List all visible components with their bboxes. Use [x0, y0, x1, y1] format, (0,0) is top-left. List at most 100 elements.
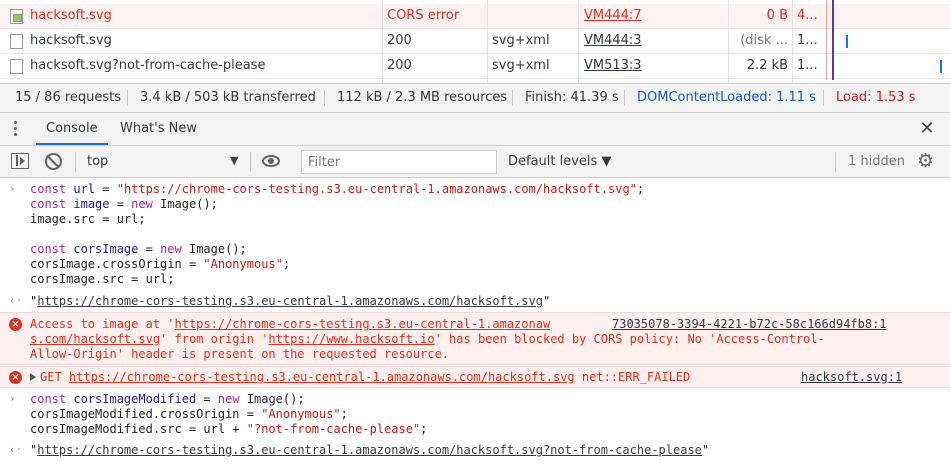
error-text: s.com/hacksoft.svg' from origin 'https:/…: [30, 332, 825, 346]
result-url-link[interactable]: https://chrome-cors-testing.s3.eu-centra…: [37, 443, 702, 457]
error-url-link[interactable]: https://chrome-cors-testing.s3.eu-centra…: [175, 317, 551, 331]
request-name: hacksoft.svg: [30, 33, 112, 48]
network-row[interactable]: hacksoft.svg?not-from-cache-please 200 s…: [0, 54, 950, 79]
column-divider[interactable]: [487, 0, 488, 84]
request-status: 200: [387, 33, 412, 48]
drawer-tab-bar: Console What's New ✕: [0, 113, 950, 146]
network-table: hacksoft.svg CORS error VM444:7 0 B 4...…: [0, 0, 950, 84]
waterfall-bar: [846, 35, 848, 48]
error-text: Allow-Origin' header is present on the r…: [30, 347, 450, 361]
result-arrow-icon: ‹·: [9, 294, 23, 307]
error-icon: ×: [9, 371, 22, 384]
error-icon: ×: [9, 318, 22, 331]
column-divider[interactable]: [382, 0, 383, 84]
error-source-link[interactable]: 73035078-3394-4221-b72c-58c166d94fb8:1: [612, 317, 887, 332]
toolbar-divider: [835, 152, 836, 172]
network-row-error[interactable]: hacksoft.svg CORS error VM444:7 0 B 4...: [0, 4, 950, 29]
column-divider[interactable]: [578, 0, 579, 84]
code-line: corsImage.src = url;: [30, 272, 175, 286]
code-line: corsImage.crossOrigin = "Anonymous";: [30, 257, 291, 271]
network-summary-bar: 15 / 86 requests 3.4 kB / 503 kB transfe…: [0, 83, 950, 113]
file-icon: [10, 59, 23, 74]
request-initiator-link[interactable]: VM513:3: [584, 54, 724, 78]
console-input-message[interactable]: › const url = "https://chrome-cors-testi…: [0, 182, 950, 290]
console-result-message[interactable]: ‹· "https://chrome-cors-testing.s3.eu-ce…: [0, 293, 950, 310]
request-size: (disk ...: [740, 33, 788, 48]
origin-link[interactable]: https://www.hacksoft.io: [268, 332, 434, 346]
console-network-error-message[interactable]: × GET https://chrome-cors-testing.s3.eu-…: [0, 366, 950, 388]
code-line: const image = new Image();: [30, 197, 218, 211]
live-expression-eye-icon[interactable]: [262, 155, 280, 167]
result-value: "https://chrome-cors-testing.s3.eu-centr…: [30, 294, 551, 308]
hidden-messages-count: 1 hidden: [848, 154, 905, 169]
code-line: const url = "https://chrome-cors-testing…: [30, 182, 645, 196]
summary-load: Load: 1.53 s: [836, 90, 916, 105]
input-prompt-icon: ›: [9, 182, 16, 195]
network-row[interactable]: hacksoft.svg 200 svg+xml VM444:3 (disk .…: [0, 29, 950, 54]
request-type: [492, 4, 577, 28]
waterfall-dcl-marker: [832, 0, 834, 80]
input-prompt-icon: ›: [9, 392, 16, 405]
request-size: 0 B: [766, 8, 788, 23]
context-selector[interactable]: top: [87, 146, 108, 177]
filter-input[interactable]: [301, 150, 497, 174]
log-levels-dropdown[interactable]: Default levels ▼: [508, 146, 611, 177]
console-input-message[interactable]: › const corsImageModified = new Image();…: [0, 392, 950, 440]
summary-divider: [823, 90, 824, 106]
request-size: 2.2 kB: [746, 58, 788, 73]
console-error-message[interactable]: × Access to image at 'https://chrome-cor…: [0, 312, 950, 365]
summary-resources: 112 kB / 2.3 MB resources: [337, 90, 508, 105]
code-line: const corsImageModified = new Image();: [30, 392, 305, 406]
request-initiator-link[interactable]: VM444:3: [584, 29, 724, 53]
request-type: svg+xml: [492, 58, 550, 73]
summary-domcontentloaded: DOMContentLoaded: 1.11 s: [637, 90, 816, 105]
show-sidebar-icon[interactable]: [11, 153, 29, 169]
error-url-link[interactable]: https://chrome-cors-testing.s3.eu-centra…: [69, 370, 575, 384]
waterfall-load-marker: [826, 0, 827, 80]
console-toolbar: top ▼ Default levels ▼ 1 hidden ⚙: [0, 146, 950, 178]
waterfall-bar: [940, 60, 942, 73]
request-name: hacksoft.svg: [30, 8, 112, 23]
summary-divider: [624, 90, 625, 106]
console-messages[interactable]: › const url = "https://chrome-cors-testi…: [0, 178, 950, 466]
summary-divider: [512, 90, 513, 106]
request-time: 1...: [797, 33, 818, 48]
result-url-link[interactable]: https://chrome-cors-testing.s3.eu-centra…: [37, 294, 543, 308]
summary-transferred: 3.4 kB / 503 kB transferred: [140, 90, 316, 105]
error-url-link[interactable]: s.com/hacksoft.svg: [30, 332, 160, 346]
context-dropdown-arrow-icon[interactable]: ▼: [230, 154, 238, 167]
code-line: image.src = url;: [30, 212, 146, 226]
request-status: CORS error: [387, 8, 460, 23]
console-result-message[interactable]: ‹· "https://chrome-cors-testing.s3.eu-ce…: [0, 442, 950, 459]
request-type: svg+xml: [492, 33, 550, 48]
column-divider[interactable]: [792, 0, 793, 84]
result-arrow-icon: ‹·: [9, 443, 23, 456]
gear-icon[interactable]: ⚙: [917, 152, 934, 171]
code-line: const corsImage = new Image();: [30, 242, 247, 256]
file-icon: [10, 34, 23, 49]
error-source-link[interactable]: hacksoft.svg:1: [801, 370, 902, 385]
toolbar-divider: [75, 152, 76, 172]
summary-divider: [324, 90, 325, 106]
summary-finish: Finish: 41.39 s: [525, 90, 619, 105]
request-status: 200: [387, 58, 412, 73]
expand-triangle-icon[interactable]: [30, 373, 36, 381]
more-tools-icon[interactable]: [14, 121, 18, 137]
request-time: 4...: [797, 8, 818, 23]
clear-console-icon[interactable]: [45, 153, 62, 170]
code-line: corsImageModified.src = url + "?not-from…: [30, 422, 428, 436]
summary-requests: 15 / 86 requests: [15, 90, 122, 105]
error-text: GET https://chrome-cors-testing.s3.eu-ce…: [30, 370, 690, 385]
image-file-icon: [10, 9, 23, 24]
toolbar-divider: [250, 152, 251, 172]
column-divider[interactable]: [728, 0, 729, 84]
error-text: Access to image at 'https://chrome-cors-…: [30, 317, 551, 331]
tab-console[interactable]: Console: [36, 113, 108, 145]
summary-divider: [127, 90, 128, 106]
tab-whats-new[interactable]: What's New: [120, 113, 197, 145]
request-time: 1...: [797, 58, 818, 73]
request-initiator-link[interactable]: VM444:7: [584, 4, 724, 28]
result-value: "https://chrome-cors-testing.s3.eu-centr…: [30, 443, 710, 457]
code-line: corsImageModified.crossOrigin = "Anonymo…: [30, 407, 348, 421]
close-drawer-icon[interactable]: ✕: [918, 118, 936, 140]
